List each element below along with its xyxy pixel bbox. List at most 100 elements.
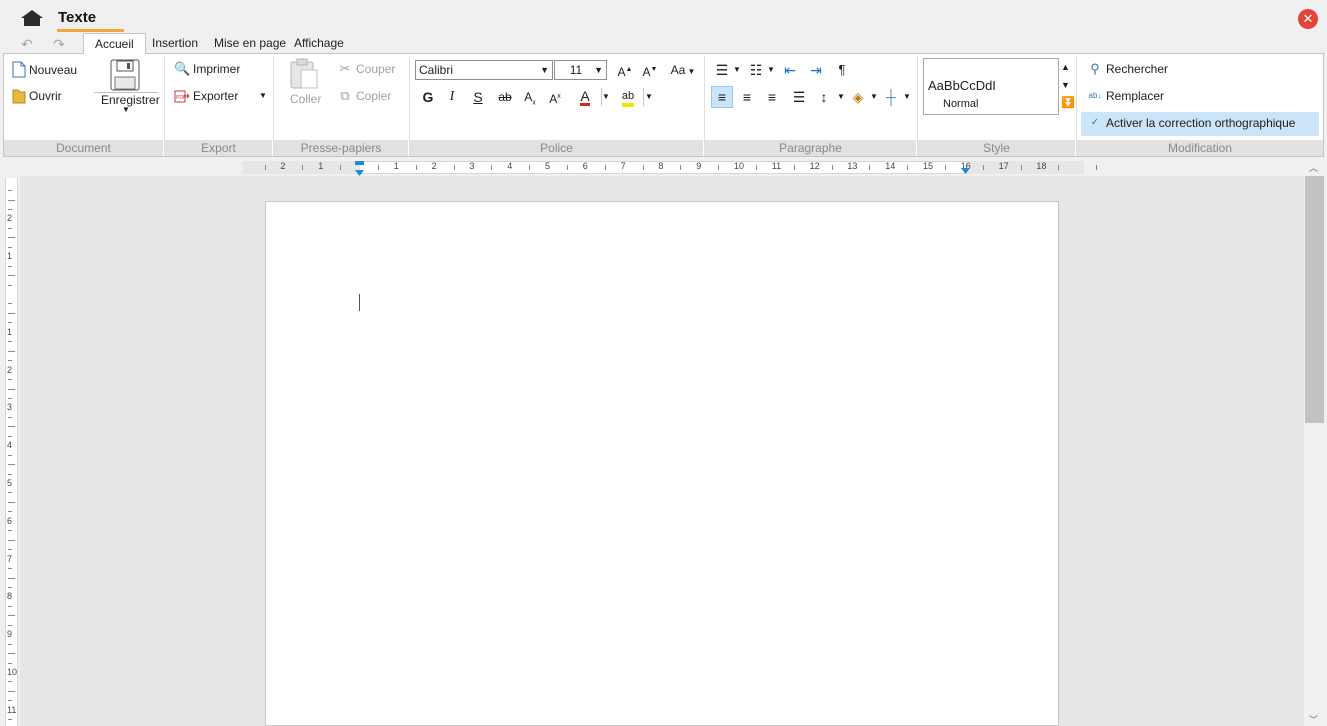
align-right-button[interactable]: ≡ — [762, 87, 782, 107]
font-size-select[interactable]: 11 ▼ — [554, 60, 607, 80]
vertical-ruler-tick — [8, 190, 12, 192]
separator — [409, 56, 410, 156]
vertical-ruler-tick — [8, 700, 12, 702]
paste-button[interactable]: Coller — [285, 58, 325, 108]
change-case-button[interactable]: Aa ▼ — [668, 60, 698, 80]
align-left-button[interactable]: ≡ — [711, 86, 733, 108]
justify-button[interactable]: ☰ — [789, 87, 809, 107]
ruler-tick — [944, 165, 946, 170]
find-button[interactable]: ⚲ Rechercher — [1087, 61, 1168, 77]
ruler-tick — [340, 165, 342, 170]
chevron-down-icon[interactable]: ▼ — [837, 92, 845, 101]
vertical-ruler-label: 6 — [7, 515, 13, 526]
left-indent-marker-icon[interactable] — [354, 161, 366, 177]
style-gallery[interactable]: AaBbCcDdI Normal — [923, 58, 1059, 115]
ruler-label: 11 — [771, 161, 782, 171]
close-button[interactable]: ✕ — [1298, 9, 1318, 29]
style-scroll-up-icon[interactable]: ▲ — [1061, 62, 1070, 72]
title-underline — [57, 29, 124, 32]
undo-button[interactable]: ↶ — [18, 36, 36, 52]
strikethrough-button[interactable]: ab — [493, 87, 517, 107]
bullet-list-button[interactable]: ☰ — [712, 60, 732, 80]
ruler-tick — [604, 165, 606, 170]
increase-indent-button[interactable]: ⇥ — [806, 60, 826, 80]
font-family-select[interactable]: Calibri ▼ — [415, 60, 553, 80]
paint-bucket-icon: ◈ — [852, 89, 864, 105]
vertical-ruler-tick — [8, 350, 15, 352]
shading-button[interactable]: ◈ — [848, 87, 868, 107]
ruler-tick — [793, 165, 795, 170]
right-indent-marker-icon[interactable] — [960, 166, 972, 176]
line-spacing-button[interactable]: ↕ — [814, 87, 834, 107]
vertical-ruler-tick — [8, 464, 15, 466]
show-formatting-button[interactable]: ¶ — [832, 60, 852, 80]
font-color-button[interactable]: A — [575, 86, 595, 106]
chevron-down-icon[interactable]: ▼ — [767, 65, 775, 74]
scissors-icon: ✂ — [339, 61, 351, 76]
group-label-export: Export — [165, 140, 272, 156]
scrollbar-thumb[interactable] — [1305, 176, 1324, 423]
ruler-label: 8 — [658, 161, 664, 171]
redo-button[interactable]: ↷ — [50, 36, 68, 52]
vertical-ruler-tick — [8, 435, 12, 437]
vertical-ruler-tick — [8, 379, 12, 381]
vertical-ruler-tick — [8, 246, 12, 248]
font-color-dropdown-icon[interactable]: ▼ — [602, 92, 610, 101]
shrink-font-button[interactable]: A▼ — [640, 60, 660, 80]
chevron-down-icon[interactable]: ▼ — [733, 65, 741, 74]
save-label: Enregistrer — [101, 93, 160, 107]
chevron-down-icon: ▼ — [685, 67, 696, 76]
replace-button[interactable]: ab↓ Remplacer — [1087, 88, 1164, 104]
vertical-ruler-tick — [8, 416, 12, 418]
save-button[interactable]: Enregistrer ▼ — [94, 57, 160, 119]
numbered-list-button[interactable]: ☷ — [746, 60, 766, 80]
highlight-button[interactable]: ab — [618, 86, 638, 107]
bold-button[interactable]: G — [418, 87, 438, 107]
chevron-down-icon[interactable]: ▼ — [903, 92, 911, 101]
spellcheck-label: Activer la correction orthographique — [1106, 116, 1296, 130]
style-expand-icon[interactable]: ⏬ — [1061, 98, 1075, 109]
decrease-indent-button[interactable]: ⇤ — [780, 60, 800, 80]
home-icon — [21, 10, 43, 26]
tab-accueil[interactable]: Accueil — [83, 33, 146, 54]
document-page[interactable] — [265, 201, 1059, 726]
ruler-label: 18 — [1036, 161, 1047, 171]
text-cursor — [359, 294, 360, 311]
chevron-down-icon: ▼ — [594, 65, 603, 75]
scroll-down-icon[interactable]: ﹀ — [1309, 713, 1318, 726]
vertical-ruler-tick — [8, 653, 15, 655]
tab-affichage[interactable]: Affichage — [289, 33, 349, 53]
superscript-button[interactable]: Ax — [545, 87, 565, 107]
print-button[interactable]: 🔍 Imprimer — [174, 61, 240, 77]
italic-button[interactable]: I — [442, 87, 462, 107]
separator — [1076, 56, 1077, 156]
print-preview-icon: 🔍 — [174, 61, 191, 76]
highlight-dropdown-icon[interactable]: ▼ — [645, 92, 653, 101]
vertical-ruler-tick — [8, 312, 15, 314]
export-label: Exporter — [193, 89, 239, 103]
align-center-button[interactable]: ≡ — [737, 87, 757, 107]
borders-button[interactable]: ┼ — [881, 87, 901, 107]
subscript-button[interactable]: Ax — [520, 87, 540, 107]
scroll-up-icon[interactable]: ︿ — [1309, 161, 1318, 174]
tab-insertion[interactable]: Insertion — [147, 33, 203, 53]
new-button[interactable]: Nouveau — [12, 61, 77, 78]
vertical-ruler-tick — [8, 662, 12, 664]
grow-font-button[interactable]: A▲ — [615, 60, 635, 80]
tab-mise-en-page[interactable]: Mise en page — [209, 33, 291, 53]
chevron-down-icon[interactable]: ▼ — [870, 92, 878, 101]
ruler-tick — [831, 165, 833, 170]
export-button[interactable]: PDF Exporter — [174, 88, 238, 104]
open-button[interactable]: Ouvrir — [12, 88, 62, 104]
export-dropdown-icon[interactable]: ▼ — [259, 91, 267, 100]
cut-button[interactable]: ✂ Couper — [337, 61, 396, 77]
line-spacing-icon: ↕ — [820, 89, 828, 105]
home-button[interactable] — [18, 7, 46, 29]
spellcheck-button[interactable]: ✓ Activer la correction orthographique — [1087, 115, 1296, 131]
grow-font-icon: A▲ — [617, 65, 633, 79]
underline-button[interactable]: S — [468, 87, 488, 107]
vertical-ruler-tick — [8, 388, 15, 390]
copy-button[interactable]: ⧉ Copier — [337, 88, 391, 104]
redo-icon: ↷ — [53, 36, 65, 52]
style-scroll-down-icon[interactable]: ▼ — [1061, 80, 1070, 90]
